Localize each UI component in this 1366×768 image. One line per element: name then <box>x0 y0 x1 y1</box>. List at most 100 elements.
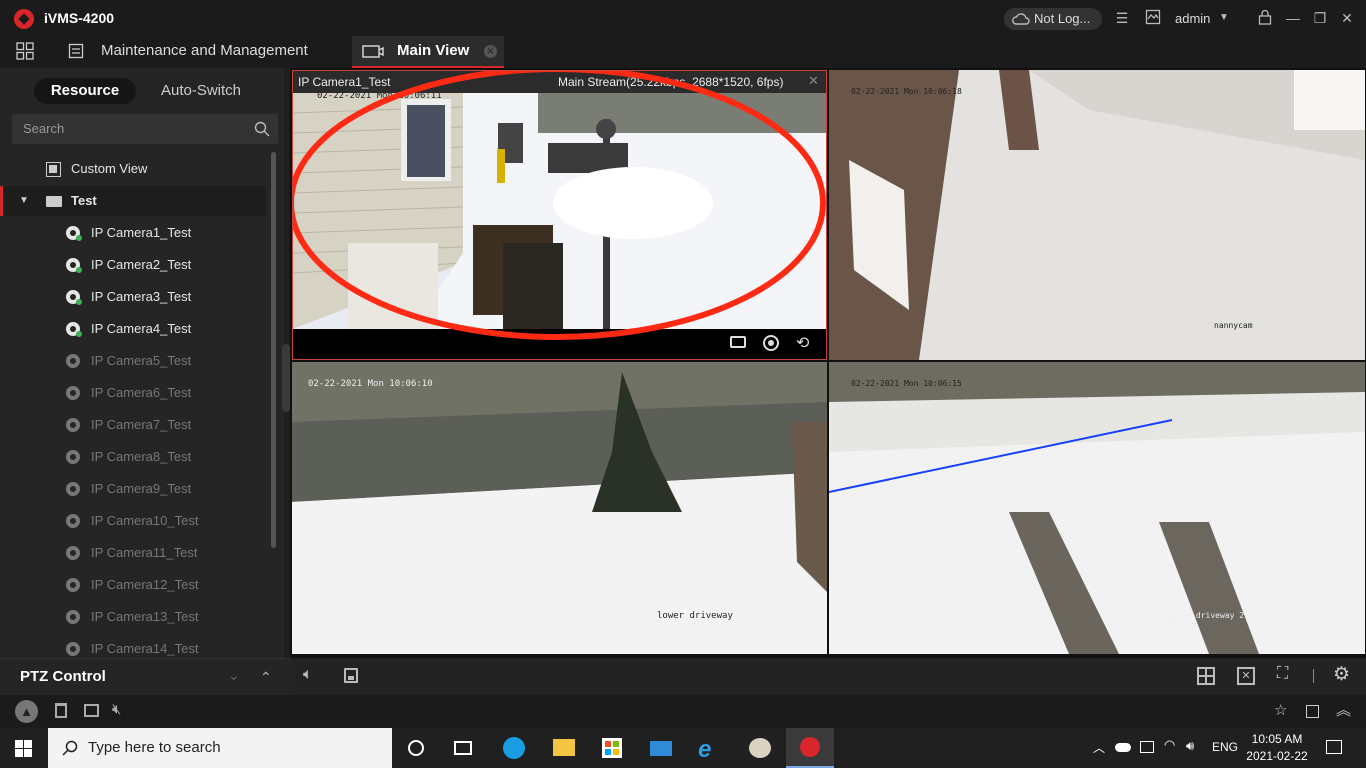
trash-icon[interactable] <box>55 703 67 718</box>
camera-online-icon <box>66 258 82 273</box>
settings-icon[interactable]: ⚙ <box>1333 663 1350 686</box>
status-bar: ▲ 🔇︎ ☆ ︽ <box>0 695 1366 728</box>
camera-label: IP Camera14_Test <box>91 641 199 656</box>
tree-item-camera[interactable]: IP Camera7_Test <box>0 410 266 440</box>
tray-time: 10:05 AM <box>1251 732 1303 746</box>
camera-offline-icon <box>66 514 80 528</box>
camera-label: IP Camera1_Test <box>91 225 192 240</box>
tree-item-camera[interactable]: IP Camera6_Test <box>0 378 266 408</box>
tree-item-camera[interactable]: IP Camera10_Test <box>0 506 266 536</box>
wifi-icon[interactable]: ◠ <box>1164 737 1175 753</box>
tree-item-camera[interactable]: IP Camera4_Test <box>0 314 266 344</box>
tab-auto-switch[interactable]: Auto-Switch <box>150 78 252 104</box>
module-tab-bar: Maintenance and Management Main View ✕ <box>0 36 1366 68</box>
tree-item-camera[interactable]: IP Camera9_Test <box>0 474 266 504</box>
network-icon[interactable] <box>1140 741 1154 753</box>
camera-feed-image: 02-22-2021 Mon 10:06:10 lower driveway <box>292 362 827 654</box>
onedrive-icon[interactable] <box>1115 743 1131 752</box>
app-logo-icon <box>14 9 34 29</box>
restore-icon[interactable]: ❐ <box>1311 9 1329 27</box>
group-label: Test <box>71 193 97 208</box>
camera-label: IP Camera13_Test <box>91 609 199 624</box>
layout-grid-icon[interactable] <box>1197 667 1215 685</box>
close-icon[interactable]: ✕ <box>1338 9 1356 27</box>
tab-main-view-label: Main View <box>397 42 470 59</box>
fullscreen-icon[interactable]: ⛶ <box>1277 665 1288 683</box>
tree-item-camera[interactable]: IP Camera13_Test <box>0 602 266 632</box>
notifications-icon[interactable] <box>1326 740 1342 754</box>
edge-icon[interactable] <box>490 728 538 768</box>
windows-start-icon[interactable] <box>15 740 32 757</box>
mute-icon[interactable]: 🔇︎ <box>112 701 121 718</box>
store-icon[interactable] <box>588 728 636 768</box>
ptz-control-label: PTZ Control <box>20 668 106 685</box>
tree-scrollbar[interactable] <box>271 152 276 548</box>
tray-clock[interactable]: 10:05 AM 2021-02-22 <box>1246 731 1308 765</box>
image-icon[interactable] <box>84 704 99 717</box>
tree-item-camera[interactable]: IP Camera3_Test <box>0 282 266 312</box>
tree-item-camera[interactable]: IP Camera14_Test <box>0 634 266 658</box>
custom-view-icon <box>46 162 61 177</box>
list-icon[interactable]: ☰ <box>1113 9 1131 27</box>
input-language[interactable]: ENG <box>1212 740 1238 754</box>
tree-item-camera[interactable]: IP Camera8_Test <box>0 442 266 472</box>
grid-menu-icon[interactable] <box>16 42 34 60</box>
volume-icon[interactable]: 🔊︎ <box>1186 738 1194 754</box>
collapse-up-icon[interactable]: ︽ <box>1336 699 1351 720</box>
video-pane-3[interactable]: 02-22-2021 Mon 10:06:10 lower driveway <box>292 362 827 654</box>
camera-feed-image: 02-22-2021 Mon 10:06:18 nannycam <box>829 70 1365 360</box>
save-view-icon[interactable] <box>344 668 358 683</box>
pane-caption: nannycam <box>1214 321 1253 330</box>
file-explorer-icon[interactable] <box>540 728 588 768</box>
close-all-icon[interactable]: ✕ <box>1237 667 1255 685</box>
sidebar-collapse-handle[interactable] <box>282 344 290 412</box>
video-pane-4[interactable]: 02-22-2021 Mon 10:06:15 upper driveway 2 <box>829 362 1365 654</box>
internet-explorer-icon[interactable]: e <box>686 728 734 768</box>
caret-down-icon[interactable]: ▼ <box>19 186 29 216</box>
ptz-control-bar[interactable]: PTZ Control ⌄ ⌃ <box>0 658 290 695</box>
maintenance-icon <box>68 43 84 59</box>
user-menu[interactable]: admin <box>1175 11 1210 26</box>
camera-online-icon <box>66 290 82 305</box>
maximize-panel-icon[interactable] <box>1306 705 1319 718</box>
audio-icon[interactable]: 🔈︎ <box>303 666 313 684</box>
tab-maintenance-label: Maintenance and Management <box>101 42 308 59</box>
title-bar: iVMS-4200 Not Log... ☰ admin ▼ — ❐ ✕ <box>0 0 1366 36</box>
camera-label: IP Camera3_Test <box>91 289 192 304</box>
tab-resource[interactable]: Resource <box>34 78 136 104</box>
tab-close-icon[interactable]: ✕ <box>484 45 497 58</box>
search-icon[interactable] <box>254 121 270 137</box>
ivms-taskbar-icon[interactable] <box>786 728 834 768</box>
tab-main-view[interactable]: Main View ✕ <box>352 36 504 68</box>
video-pane-1[interactable]: IP Camera1_Test Main Stream(25.22kbps, 2… <box>292 70 827 360</box>
video-pane-2[interactable]: 02-22-2021 Mon 10:06:18 nannycam <box>829 70 1365 360</box>
tree-item-camera[interactable]: IP Camera1_Test <box>0 218 266 248</box>
tree-item-custom-view[interactable]: Custom View <box>0 154 266 184</box>
monitor-icon[interactable] <box>1144 9 1162 27</box>
camera-label: IP Camera9_Test <box>91 481 192 496</box>
paint-icon[interactable] <box>736 728 784 768</box>
tray-chevron-up-icon[interactable]: ︿ <box>1093 739 1105 756</box>
camera-offline-icon <box>66 610 80 624</box>
tree-item-camera[interactable]: IP Camera12_Test <box>0 570 266 600</box>
cortana-icon[interactable] <box>408 740 424 756</box>
chevron-up-icon[interactable]: ⌃ <box>260 669 272 686</box>
pin-icon[interactable]: ☆ <box>1274 701 1287 719</box>
taskbar-search-input[interactable]: Type here to search <box>48 728 392 768</box>
tree-item-group-test[interactable]: ▼ Test <box>0 186 266 216</box>
tree-item-camera[interactable]: IP Camera2_Test <box>0 250 266 280</box>
lock-icon[interactable] <box>1256 9 1274 27</box>
cloud-login-button[interactable]: Not Log... <box>1004 8 1102 30</box>
task-view-icon[interactable] <box>454 741 472 755</box>
search-input[interactable]: Search <box>12 114 278 144</box>
mail-icon[interactable] <box>636 728 684 768</box>
tab-maintenance[interactable]: Maintenance and Management <box>62 36 332 68</box>
tree-item-camera[interactable]: IP Camera11_Test <box>0 538 266 568</box>
tree-item-camera[interactable]: IP Camera5_Test <box>0 346 266 376</box>
chevron-down-icon[interactable]: ⌄ <box>228 667 240 684</box>
chevron-down-icon[interactable]: ▼ <box>1215 9 1233 27</box>
alarm-icon[interactable]: ▲ <box>15 700 38 723</box>
minimize-icon[interactable]: — <box>1284 9 1302 27</box>
annotation-ellipse <box>293 71 826 340</box>
pane-caption: upper driveway 2 <box>1167 611 1244 620</box>
